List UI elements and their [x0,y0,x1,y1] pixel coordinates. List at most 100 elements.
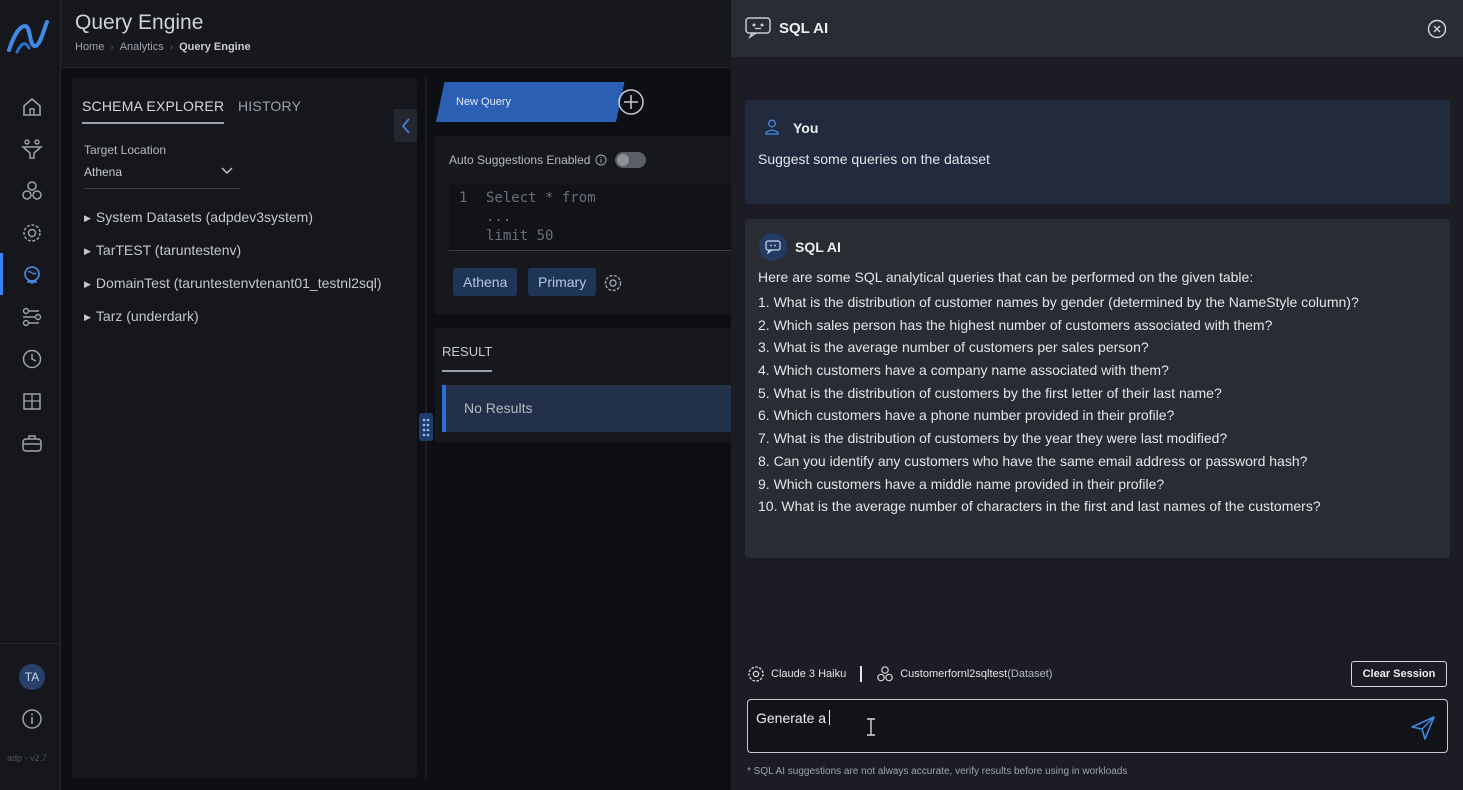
line-number: 1 [459,190,468,206]
model-gear-icon [748,666,764,682]
rail-divider [0,643,61,644]
tree-item-dataset[interactable]: ▶ Tarz (underdark) [84,308,382,341]
tab-schema-explorer[interactable]: SCHEMA EXPLORER [82,98,225,124]
dataset-label: DomainTest (taruntestenvtenant01_testnl2… [95,275,382,291]
list-item: 4. Which customers have a company name a… [758,362,1169,379]
clock-icon[interactable] [16,343,48,375]
drag-handle-icon[interactable] [419,413,433,441]
dataset-nodes-icon [877,666,894,682]
list-item: 2. Which sales person has the highest nu… [758,316,1273,333]
breadcrumb-analytics[interactable]: Analytics [120,41,164,53]
code-line: limit 50 [486,228,554,244]
no-results-message: No Results [442,385,731,432]
sql-ai-header: SQL AI [731,0,1463,57]
breadcrumb-current: Query Engine [179,41,251,53]
tree-item-dataset[interactable]: ▶ TarTEST (taruntestenv) [84,242,382,275]
list-item: 6. Which customers have a phone number p… [758,407,1175,424]
expand-caret-icon[interactable]: ▶ [84,246,91,257]
page-title: Query Engine [75,11,204,34]
auto-suggestions-label: Auto Suggestions Enabled [449,153,591,167]
separator [860,666,863,682]
user-avatar[interactable]: TA [19,664,45,690]
message-author: SQL AI [795,239,841,255]
expand-caret-icon[interactable]: ▶ [84,213,91,224]
target-location-label: Target Location [84,143,167,157]
tree-item-dataset[interactable]: ▶ DomainTest (taruntestenvtenant01_testnl… [84,275,382,308]
target-location-value: Athena [84,165,123,179]
briefcase-icon[interactable] [16,427,48,459]
workgroup-chip[interactable]: Primary [528,268,597,296]
breadcrumb-chevron-icon: › [110,41,114,53]
model-name: Claude 3 Haiku [771,668,847,680]
active-nav-indicator [0,253,3,295]
code-editor[interactable]: 1 Select * from ... limit 50 [449,184,731,251]
list-item: 5. What is the distribution of customers… [758,384,1222,401]
list-item: 7. What is the distribution of customers… [758,430,1228,447]
text-cursor-icon [867,718,875,736]
list-item: 3. What is the average number of custome… [758,339,1149,356]
info-icon[interactable] [595,154,607,166]
collapse-panel-button[interactable] [394,109,417,142]
auto-suggestions-toggle[interactable] [615,152,646,168]
puzzle-icon[interactable] [16,385,48,417]
ai-response-message: SQL AI Here are some SQL analytical quer… [745,219,1450,558]
suggested-queries-list: 1. What is the distribution of customer … [758,294,1359,521]
pipeline-icon[interactable] [16,301,48,333]
dataset-name: Customerfornl2sqltest(Dataset) [900,668,1053,680]
list-item: 9. Which customers have a middle name pr… [758,475,1165,492]
funnel-icon[interactable] [16,133,48,165]
chat-input[interactable]: Generate a [747,699,1448,753]
query-tab-label: New Query [456,96,512,108]
person-icon [765,119,779,135]
dataset-label: System Datasets (adpdev3system) [95,209,314,225]
list-item: 1. What is the distribution of customer … [758,294,1359,310]
add-tab-icon[interactable] [617,88,645,116]
session-context: Claude 3 Haiku Customerfornl2sqltest(Dat… [747,662,1052,686]
settings-gear-icon[interactable] [603,273,623,293]
breadcrumb-home[interactable]: Home [75,41,104,53]
expand-caret-icon[interactable]: ▶ [84,312,91,323]
page-header: Query Engine Home › Analytics › Query En… [61,0,731,68]
icon-rail: TA adp - v2.7 [0,0,61,790]
code-line: ... [486,209,512,225]
chatbot-icon [745,17,771,39]
breadcrumb-chevron-icon: › [169,41,174,53]
query-editor: Auto Suggestions Enabled 1 Select * from… [435,136,731,314]
chatbot-avatar-icon [759,233,787,261]
home-icon[interactable] [16,91,48,123]
breadcrumb: Home › Analytics › Query Engine [75,41,251,53]
message-author: You [793,120,819,136]
user-message: You Suggest some queries on the dataset [745,100,1450,204]
engine-chip[interactable]: Athena [453,268,518,296]
target-location-select[interactable]: Athena [84,165,240,189]
app-version: adp - v2.7 [7,753,48,763]
list-item: 10. What is the average number of charac… [758,498,1321,515]
close-icon[interactable] [1427,19,1447,39]
auto-suggestions-row: Auto Suggestions Enabled [449,153,607,167]
app-root: TA adp - v2.7 Query Engine Home › Analyt… [0,0,1463,790]
send-icon[interactable] [1410,715,1436,741]
sql-ai-panel: SQL AI You Suggest some queries on the d… [731,0,1463,790]
dataset-label: TarTEST (taruntestenv) [95,242,242,258]
chat-input-value: Generate a [756,710,830,726]
response-intro: Here are some SQL analytical queries tha… [758,269,1254,285]
tree-item-dataset[interactable]: ▶ System Datasets (adpdev3system) [84,209,382,242]
sql-ai-title: SQL AI [779,20,829,37]
message-text: Suggest some queries on the dataset [758,151,990,167]
chevron-left-icon [401,117,410,134]
schema-explorer-panel: SCHEMA EXPLORER HISTORY Target Location … [72,78,417,778]
list-item: 8. Can you identify any customers who ha… [758,452,1308,469]
expand-caret-icon[interactable]: ▶ [84,279,91,290]
dataset-tree: ▶ System Datasets (adpdev3system) ▶ TarTES… [84,209,382,341]
disclaimer-text: * SQL AI suggestions are not always accu… [747,766,1128,777]
info-icon[interactable] [16,703,48,735]
settings-gear-icon[interactable] [16,217,48,249]
brand-logo-icon[interactable] [7,18,51,58]
tab-history[interactable]: HISTORY [238,98,301,114]
globe-icon[interactable] [16,259,48,291]
result-tab[interactable]: RESULT [442,344,493,372]
result-panel: RESULT No Results [435,328,731,442]
clear-session-button[interactable]: Clear Session [1351,661,1447,687]
nodes-icon[interactable] [16,175,48,207]
chevron-down-icon [221,167,233,174]
